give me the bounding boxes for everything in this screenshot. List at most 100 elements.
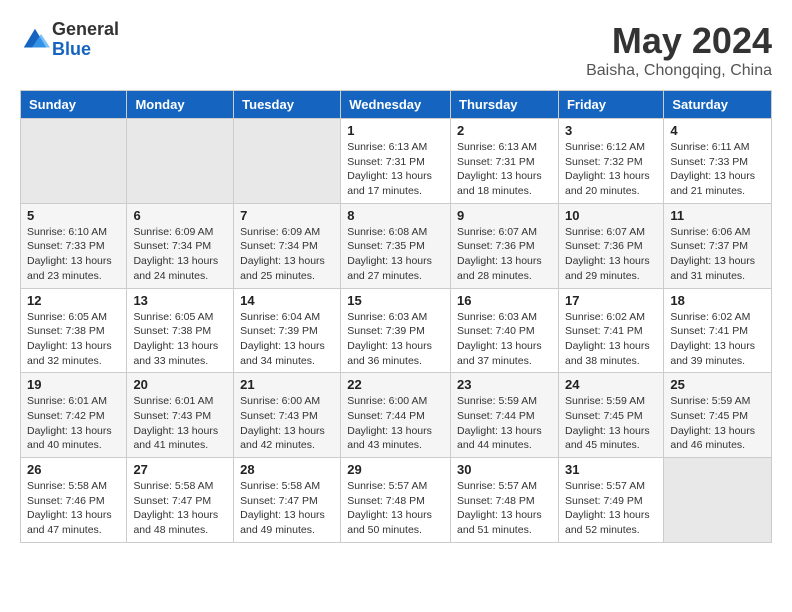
header-friday: Friday [558,91,663,119]
day-info: Sunrise: 6:13 AMSunset: 7:31 PMDaylight:… [457,140,552,199]
main-title: May 2024 [586,20,772,62]
day-number: 27 [133,462,227,477]
day-number: 29 [347,462,444,477]
day-info: Sunrise: 5:58 AMSunset: 7:46 PMDaylight:… [27,479,120,538]
day-info: Sunrise: 5:59 AMSunset: 7:45 PMDaylight:… [565,394,657,453]
calendar-body: 1 Sunrise: 6:13 AMSunset: 7:31 PMDaylight… [21,119,772,543]
calendar-header: SundayMondayTuesdayWednesdayThursdayFrid… [21,91,772,119]
day-number: 21 [240,377,334,392]
day-info: Sunrise: 5:59 AMSunset: 7:44 PMDaylight:… [457,394,552,453]
calendar-cell: 20 Sunrise: 6:01 AMSunset: 7:43 PMDayligh… [127,373,234,458]
calendar-cell [234,119,341,204]
day-info: Sunrise: 5:59 AMSunset: 7:45 PMDaylight:… [670,394,765,453]
day-info: Sunrise: 6:04 AMSunset: 7:39 PMDaylight:… [240,310,334,369]
header-row: SundayMondayTuesdayWednesdayThursdayFrid… [21,91,772,119]
page-header: General Blue May 2024 Baisha, Chongqing,… [20,20,772,80]
header-saturday: Saturday [664,91,772,119]
day-info: Sunrise: 6:05 AMSunset: 7:38 PMDaylight:… [27,310,120,369]
title-block: May 2024 Baisha, Chongqing, China [586,20,772,80]
day-number: 28 [240,462,334,477]
day-number: 10 [565,208,657,223]
calendar-cell: 31Sunrise: 5:57 AMSunset: 7:49 PMDayligh… [558,458,663,543]
day-info: Sunrise: 6:01 AMSunset: 7:43 PMDaylight:… [133,394,227,453]
day-number: 19 [27,377,120,392]
calendar-cell: 1 Sunrise: 6:13 AMSunset: 7:31 PMDaylight… [341,119,451,204]
calendar-cell: 7 Sunrise: 6:09 AMSunset: 7:34 PMDaylight… [234,203,341,288]
day-info: Sunrise: 6:07 AMSunset: 7:36 PMDaylight:… [565,225,657,284]
calendar-cell: 29 Sunrise: 5:57 AMSunset: 7:48 PMDayligh… [341,458,451,543]
logo-text: General Blue [52,20,119,60]
calendar-cell: 4 Sunrise: 6:11 AMSunset: 7:33 PMDaylight… [664,119,772,204]
day-number: 9 [457,208,552,223]
calendar-cell: 14Sunrise: 6:04 AMSunset: 7:39 PMDayligh… [234,288,341,373]
day-number: 1 [347,123,444,138]
day-info: Sunrise: 6:11 AMSunset: 7:33 PMDaylight:… [670,140,765,199]
header-thursday: Thursday [451,91,559,119]
day-info: Sunrise: 6:09 AMSunset: 7:34 PMDaylight:… [133,225,227,284]
header-sunday: Sunday [21,91,127,119]
day-number: 5 [27,208,120,223]
day-number: 17 [565,293,657,308]
day-info: Sunrise: 5:57 AMSunset: 7:48 PMDaylight:… [457,479,552,538]
day-info: Sunrise: 6:02 AMSunset: 7:41 PMDaylight:… [565,310,657,369]
week-row-4: 26 Sunrise: 5:58 AMSunset: 7:46 PMDayligh… [21,458,772,543]
day-number: 20 [133,377,227,392]
week-row-2: 12 Sunrise: 6:05 AMSunset: 7:38 PMDayligh… [21,288,772,373]
day-number: 22 [347,377,444,392]
calendar-cell: 17 Sunrise: 6:02 AMSunset: 7:41 PMDayligh… [558,288,663,373]
day-info: Sunrise: 5:57 AMSunset: 7:48 PMDaylight:… [347,479,444,538]
day-info: Sunrise: 6:03 AMSunset: 7:39 PMDaylight:… [347,310,444,369]
calendar-cell: 8 Sunrise: 6:08 AMSunset: 7:35 PMDaylight… [341,203,451,288]
calendar-cell: 9 Sunrise: 6:07 AMSunset: 7:36 PMDaylight… [451,203,559,288]
week-row-1: 5 Sunrise: 6:10 AMSunset: 7:33 PMDaylight… [21,203,772,288]
calendar-cell: 28 Sunrise: 5:58 AMSunset: 7:47 PMDayligh… [234,458,341,543]
day-number: 7 [240,208,334,223]
day-number: 18 [670,293,765,308]
calendar-cell: 2 Sunrise: 6:13 AMSunset: 7:31 PMDaylight… [451,119,559,204]
day-info: Sunrise: 6:00 AMSunset: 7:44 PMDaylight:… [347,394,444,453]
calendar-cell: 12 Sunrise: 6:05 AMSunset: 7:38 PMDayligh… [21,288,127,373]
day-number: 26 [27,462,120,477]
calendar-cell: 16Sunrise: 6:03 AMSunset: 7:40 PMDayligh… [451,288,559,373]
subtitle: Baisha, Chongqing, China [586,62,772,80]
day-info: Sunrise: 6:01 AMSunset: 7:42 PMDaylight:… [27,394,120,453]
day-info: Sunrise: 6:02 AMSunset: 7:41 PMDaylight:… [670,310,765,369]
calendar-cell: 25Sunrise: 5:59 AMSunset: 7:45 PMDayligh… [664,373,772,458]
calendar-cell: 6Sunrise: 6:09 AMSunset: 7:34 PMDaylight… [127,203,234,288]
day-number: 12 [27,293,120,308]
header-tuesday: Tuesday [234,91,341,119]
day-number: 11 [670,208,765,223]
day-number: 16 [457,293,552,308]
calendar-cell: 27 Sunrise: 5:58 AMSunset: 7:47 PMDayligh… [127,458,234,543]
calendar-cell: 30Sunrise: 5:57 AMSunset: 7:48 PMDayligh… [451,458,559,543]
day-info: Sunrise: 5:58 AMSunset: 7:47 PMDaylight:… [133,479,227,538]
day-number: 23 [457,377,552,392]
calendar-cell [127,119,234,204]
day-info: Sunrise: 6:05 AMSunset: 7:38 PMDaylight:… [133,310,227,369]
logo-blue: Blue [52,40,119,60]
day-info: Sunrise: 6:00 AMSunset: 7:43 PMDaylight:… [240,394,334,453]
logo-icon [20,25,50,55]
day-info: Sunrise: 6:09 AMSunset: 7:34 PMDaylight:… [240,225,334,284]
calendar-cell: 3 Sunrise: 6:12 AMSunset: 7:32 PMDaylight… [558,119,663,204]
calendar-table: SundayMondayTuesdayWednesdayThursdayFrid… [20,90,772,543]
day-number: 8 [347,208,444,223]
calendar-cell [21,119,127,204]
calendar-cell: 13 Sunrise: 6:05 AMSunset: 7:38 PMDayligh… [127,288,234,373]
day-number: 3 [565,123,657,138]
day-number: 4 [670,123,765,138]
day-number: 2 [457,123,552,138]
day-info: Sunrise: 6:06 AMSunset: 7:37 PMDaylight:… [670,225,765,284]
day-number: 13 [133,293,227,308]
day-info: Sunrise: 6:10 AMSunset: 7:33 PMDaylight:… [27,225,120,284]
calendar-cell: 23 Sunrise: 5:59 AMSunset: 7:44 PMDayligh… [451,373,559,458]
day-info: Sunrise: 6:13 AMSunset: 7:31 PMDaylight:… [347,140,444,199]
day-info: Sunrise: 5:58 AMSunset: 7:47 PMDaylight:… [240,479,334,538]
day-info: Sunrise: 6:07 AMSunset: 7:36 PMDaylight:… [457,225,552,284]
day-info: Sunrise: 5:57 AMSunset: 7:49 PMDaylight:… [565,479,657,538]
logo-general: General [52,20,119,40]
calendar-cell: 18 Sunrise: 6:02 AMSunset: 7:41 PMDayligh… [664,288,772,373]
week-row-0: 1 Sunrise: 6:13 AMSunset: 7:31 PMDaylight… [21,119,772,204]
day-info: Sunrise: 6:12 AMSunset: 7:32 PMDaylight:… [565,140,657,199]
day-info: Sunrise: 6:08 AMSunset: 7:35 PMDaylight:… [347,225,444,284]
